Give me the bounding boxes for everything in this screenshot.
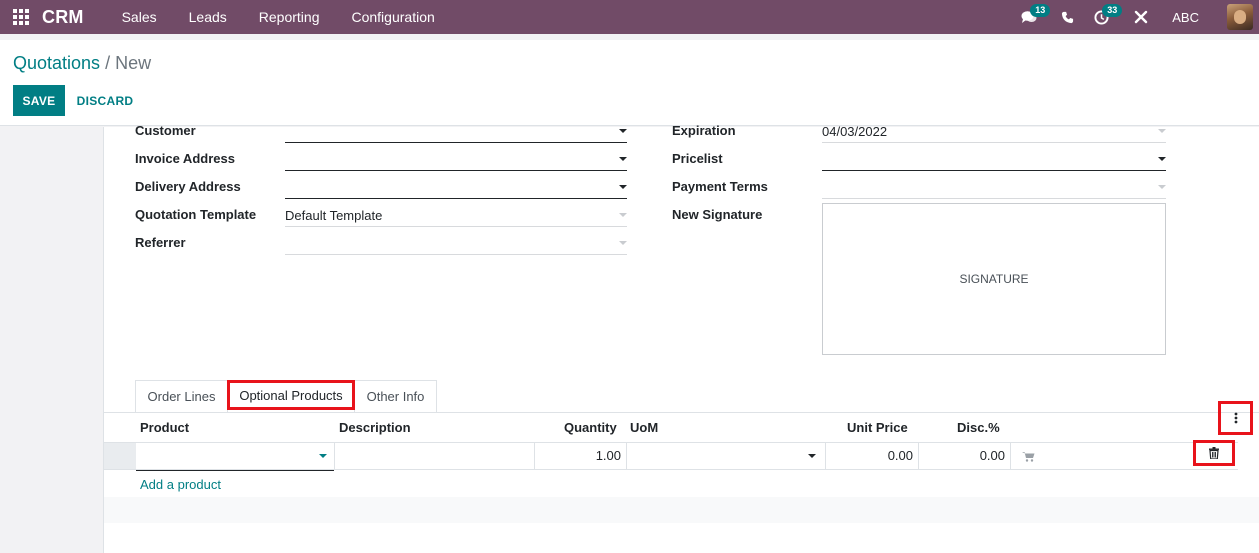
breadcrumb-separator: /	[105, 53, 111, 73]
quotation-template-dropdown-icon[interactable]	[619, 213, 627, 217]
referrer-label: Referrer	[135, 235, 186, 250]
shopping-cart-icon[interactable]	[1022, 451, 1035, 462]
delete-row-button[interactable]	[1193, 440, 1235, 466]
menu-reporting[interactable]: Reporting	[243, 0, 336, 34]
tab-optional-products[interactable]: Optional Products	[227, 380, 355, 410]
save-button[interactable]: SAVE	[13, 85, 65, 116]
empty-row-stripe	[104, 497, 1259, 523]
quotation-template-label: Quotation Template	[135, 207, 257, 222]
app-name[interactable]: CRM	[42, 7, 84, 28]
pricelist-dropdown-icon[interactable]	[1158, 157, 1166, 161]
delivery-address-label: Delivery Address	[135, 179, 241, 194]
referrer-dropdown-icon[interactable]	[619, 241, 627, 245]
quantity-cell[interactable]: 1.00	[535, 443, 627, 469]
debug-tools-button[interactable]	[1124, 0, 1158, 34]
header-quantity[interactable]: Quantity	[564, 420, 617, 435]
company-switcher[interactable]: ABC	[1158, 10, 1227, 25]
signature-pad[interactable]: SIGNATURE	[822, 203, 1166, 355]
apps-grid-icon[interactable]	[0, 0, 42, 34]
invoice-address-label: Invoice Address	[135, 151, 235, 166]
product-cell[interactable]	[136, 443, 335, 471]
product-dropdown-icon[interactable]	[319, 454, 327, 458]
header-description[interactable]: Description	[339, 420, 411, 435]
phone-icon	[1061, 11, 1073, 23]
header-unit-price[interactable]: Unit Price	[847, 420, 908, 435]
header-product[interactable]: Product	[140, 420, 189, 435]
breadcrumb-current: New	[115, 53, 152, 73]
form-sheet: Customer Invoice Address Delivery Addres…	[103, 123, 1259, 553]
activities-button[interactable]: 33	[1084, 0, 1123, 34]
breadcrumb-quotations[interactable]: Quotations	[13, 53, 100, 73]
top-navbar: CRM Sales Leads Reporting Configuration …	[0, 0, 1259, 34]
delivery-address-field[interactable]	[285, 179, 627, 199]
quotation-template-field[interactable]: Default Template	[285, 207, 627, 227]
add-to-order-cell[interactable]	[1011, 443, 1191, 469]
uom-dropdown-icon[interactable]	[808, 454, 816, 458]
menu-configuration[interactable]: Configuration	[335, 0, 450, 34]
discount-cell[interactable]: 0.00	[919, 443, 1011, 469]
invoice-address-field[interactable]	[285, 151, 627, 171]
table-row[interactable]: 1.00 0.00 0.00	[104, 442, 1238, 471]
trash-icon	[1209, 447, 1219, 459]
quotation-template-value: Default Template	[285, 208, 383, 223]
messages-button[interactable]: 13	[1012, 0, 1051, 34]
new-signature-label: New Signature	[672, 207, 763, 222]
control-panel: Quotations / New SAVE DISCARD	[0, 40, 1259, 126]
payment-terms-dropdown-icon[interactable]	[1158, 185, 1166, 189]
referrer-field[interactable]	[285, 235, 627, 255]
header-discount[interactable]: Disc.%	[957, 420, 1000, 435]
messages-count-badge: 13	[1030, 4, 1051, 17]
header-uom[interactable]: UoM	[630, 420, 658, 435]
menu-sales[interactable]: Sales	[106, 0, 173, 34]
activities-count-badge: 33	[1102, 4, 1123, 17]
expiration-dropdown-icon[interactable]	[1158, 129, 1166, 133]
delivery-address-dropdown-icon[interactable]	[619, 185, 627, 189]
description-cell[interactable]	[335, 443, 535, 469]
customer-dropdown-icon[interactable]	[619, 129, 627, 133]
pricelist-field[interactable]	[822, 151, 1166, 171]
customer-label: Customer	[135, 123, 196, 138]
payment-terms-label: Payment Terms	[672, 179, 768, 194]
avatar[interactable]	[1227, 4, 1253, 30]
discard-button[interactable]: DISCARD	[68, 85, 142, 116]
customer-field[interactable]	[285, 123, 627, 143]
expiration-value: 04/03/2022	[822, 124, 888, 139]
breadcrumb: Quotations / New	[13, 53, 151, 74]
tab-order-lines[interactable]: Order Lines	[135, 380, 228, 412]
pricelist-label: Pricelist	[672, 151, 723, 166]
unit-price-cell[interactable]: 0.00	[826, 443, 919, 469]
phone-button[interactable]	[1050, 0, 1084, 34]
expiration-field[interactable]: 04/03/2022	[822, 123, 1166, 143]
invoice-address-dropdown-icon[interactable]	[619, 157, 627, 161]
tabs-divider	[104, 412, 1259, 413]
expiration-label: Expiration	[672, 123, 736, 138]
tools-icon	[1135, 10, 1148, 24]
uom-cell[interactable]	[627, 443, 826, 469]
row-handle[interactable]	[104, 443, 136, 469]
optional-columns-button[interactable]	[1218, 401, 1253, 435]
notebook-tabs: Order Lines Optional Products Other Info	[135, 380, 437, 412]
menu-leads[interactable]: Leads	[173, 0, 243, 34]
vertical-ellipsis-icon	[1234, 412, 1237, 424]
signature-placeholder: SIGNATURE	[959, 272, 1029, 286]
add-product-link[interactable]: Add a product	[140, 477, 221, 492]
payment-terms-field[interactable]	[822, 179, 1166, 199]
tab-other-info[interactable]: Other Info	[354, 380, 437, 412]
